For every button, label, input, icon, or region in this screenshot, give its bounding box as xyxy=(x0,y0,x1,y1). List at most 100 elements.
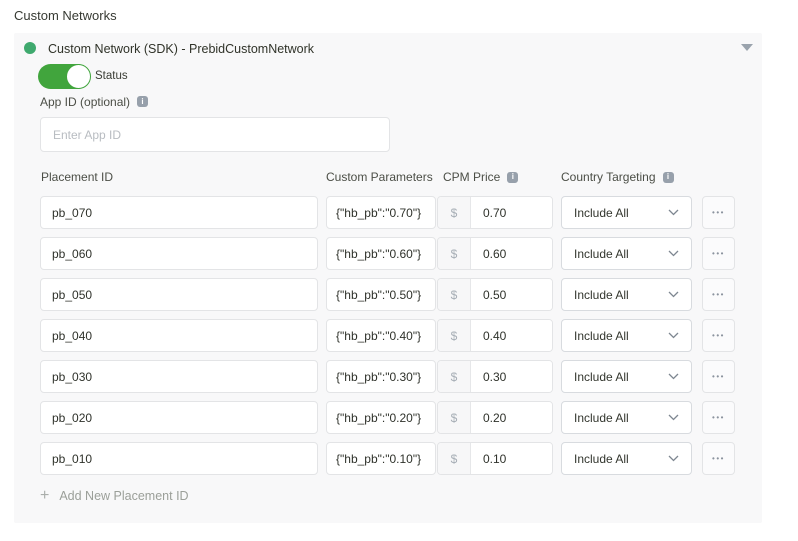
app-id-label-row: App ID (optional) i xyxy=(40,95,148,108)
cpm-price-input[interactable] xyxy=(471,279,552,310)
column-header-country-targeting: Country Targeting i xyxy=(561,170,674,184)
custom-parameters-input[interactable] xyxy=(326,319,436,352)
placement-row: $ Include All ••• xyxy=(14,401,762,434)
placement-row: $ Include All ••• xyxy=(14,196,762,229)
chevron-down-icon xyxy=(668,250,679,257)
custom-parameters-input[interactable] xyxy=(326,401,436,434)
placement-rows: $ Include All ••• $ Include All ••• xyxy=(14,196,762,483)
currency-symbol: $ xyxy=(438,279,471,310)
placement-id-input[interactable] xyxy=(40,319,318,352)
country-targeting-value: Include All xyxy=(574,206,629,220)
column-header-cpm-price: CPM Price i xyxy=(443,170,518,184)
custom-networks-page: Custom Networks Custom Network (SDK) - P… xyxy=(0,0,798,541)
more-options-dots-icon: ••• xyxy=(712,250,725,258)
placement-id-input[interactable] xyxy=(40,360,318,393)
country-targeting-select[interactable]: Include All xyxy=(561,237,692,270)
add-new-placement-label: Add New Placement ID xyxy=(59,489,188,503)
table-column-headers: Placement ID Custom Parameters CPM Price… xyxy=(14,170,762,186)
more-options-dots-icon: ••• xyxy=(712,455,725,463)
country-targeting-select[interactable]: Include All xyxy=(561,278,692,311)
placement-row: $ Include All ••• xyxy=(14,319,762,352)
more-options-button[interactable]: ••• xyxy=(702,237,735,270)
placement-id-input[interactable] xyxy=(40,442,318,475)
cpm-price-field: $ xyxy=(437,278,553,311)
placement-row: $ Include All ••• xyxy=(14,278,762,311)
country-targeting-value: Include All xyxy=(574,247,629,261)
plus-icon: + xyxy=(40,488,49,504)
app-id-input[interactable] xyxy=(40,117,390,152)
currency-symbol: $ xyxy=(438,238,471,269)
custom-parameters-input[interactable] xyxy=(326,237,436,270)
cpm-price-input[interactable] xyxy=(471,238,552,269)
cpm-price-field: $ xyxy=(437,442,553,475)
placement-id-input[interactable] xyxy=(40,237,318,270)
cpm-price-input[interactable] xyxy=(471,361,552,392)
more-options-button[interactable]: ••• xyxy=(702,319,735,352)
country-targeting-select[interactable]: Include All xyxy=(561,319,692,352)
column-header-custom-parameters: Custom Parameters xyxy=(326,170,433,184)
network-status-dot xyxy=(24,42,36,54)
placement-id-input[interactable] xyxy=(40,196,318,229)
cpm-price-input[interactable] xyxy=(471,402,552,433)
column-header-placement-id: Placement ID xyxy=(41,170,113,184)
currency-symbol: $ xyxy=(438,443,471,474)
placement-row: $ Include All ••• xyxy=(14,360,762,393)
cpm-price-input[interactable] xyxy=(471,197,552,228)
country-targeting-value: Include All xyxy=(574,329,629,343)
cpm-price-field: $ xyxy=(437,360,553,393)
column-header-country-targeting-label: Country Targeting xyxy=(561,170,656,184)
country-targeting-value: Include All xyxy=(574,452,629,466)
chevron-down-icon xyxy=(668,209,679,216)
custom-parameters-input[interactable] xyxy=(326,278,436,311)
app-id-info-icon[interactable]: i xyxy=(137,96,148,107)
currency-symbol: $ xyxy=(438,197,471,228)
more-options-dots-icon: ••• xyxy=(712,209,725,217)
country-targeting-value: Include All xyxy=(574,411,629,425)
country-targeting-value: Include All xyxy=(574,370,629,384)
more-options-button[interactable]: ••• xyxy=(702,360,735,393)
placement-id-input[interactable] xyxy=(40,401,318,434)
chevron-down-icon xyxy=(668,414,679,421)
country-targeting-select[interactable]: Include All xyxy=(561,442,692,475)
custom-parameters-input[interactable] xyxy=(326,442,436,475)
more-options-button[interactable]: ••• xyxy=(702,278,735,311)
country-targeting-select[interactable]: Include All xyxy=(561,360,692,393)
more-options-dots-icon: ••• xyxy=(712,332,725,340)
country-targeting-select[interactable]: Include All xyxy=(561,196,692,229)
network-name: Custom Network (SDK) - PrebidCustomNetwo… xyxy=(48,42,314,56)
column-header-placement-id-label: Placement ID xyxy=(41,170,113,184)
custom-parameters-input[interactable] xyxy=(326,360,436,393)
placement-row: $ Include All ••• xyxy=(14,442,762,475)
placement-row: $ Include All ••• xyxy=(14,237,762,270)
chevron-down-icon xyxy=(668,373,679,380)
cpm-price-info-icon[interactable]: i xyxy=(507,172,518,183)
chevron-down-icon xyxy=(668,455,679,462)
country-targeting-select[interactable]: Include All xyxy=(561,401,692,434)
more-options-button[interactable]: ••• xyxy=(702,196,735,229)
add-new-placement-button[interactable]: + Add New Placement ID xyxy=(40,488,189,504)
cpm-price-input[interactable] xyxy=(471,443,552,474)
chevron-down-icon xyxy=(668,332,679,339)
chevron-down-icon xyxy=(668,291,679,298)
status-toggle[interactable] xyxy=(38,64,90,89)
cpm-price-field: $ xyxy=(437,401,553,434)
status-label: Status xyxy=(95,70,128,82)
currency-symbol: $ xyxy=(438,320,471,351)
app-id-label: App ID (optional) xyxy=(40,95,130,109)
more-options-button[interactable]: ••• xyxy=(702,401,735,434)
column-header-cpm-price-label: CPM Price xyxy=(443,170,500,184)
custom-parameters-input[interactable] xyxy=(326,196,436,229)
network-card: Custom Network (SDK) - PrebidCustomNetwo… xyxy=(14,33,762,523)
more-options-dots-icon: ••• xyxy=(712,414,725,422)
cpm-price-field: $ xyxy=(437,237,553,270)
country-targeting-value: Include All xyxy=(574,288,629,302)
collapse-chevron-icon[interactable] xyxy=(741,44,753,51)
country-targeting-info-icon[interactable]: i xyxy=(663,172,674,183)
cpm-price-input[interactable] xyxy=(471,320,552,351)
more-options-button[interactable]: ••• xyxy=(702,442,735,475)
page-title: Custom Networks xyxy=(14,8,117,23)
cpm-price-field: $ xyxy=(437,196,553,229)
currency-symbol: $ xyxy=(438,402,471,433)
placement-id-input[interactable] xyxy=(40,278,318,311)
cpm-price-field: $ xyxy=(437,319,553,352)
